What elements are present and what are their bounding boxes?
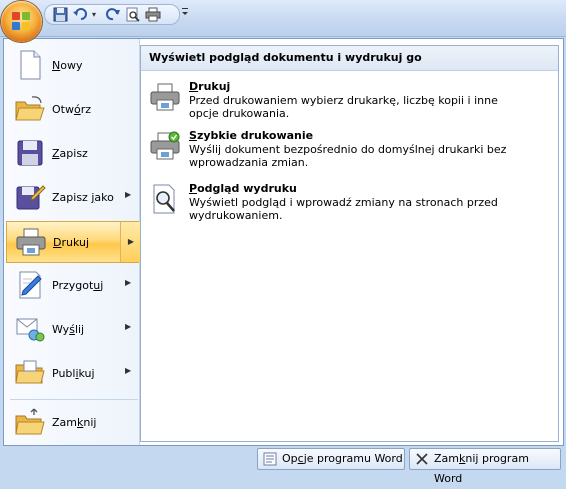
print-icon [16,228,46,256]
print-preview-icon[interactable] [125,7,141,22]
menu-item-save-as[interactable]: Zapisz jako ▶ [6,177,139,219]
menu-item-send[interactable]: Wyślij ▶ [6,309,139,351]
prepare-icon [19,271,42,299]
submenu-arrow-icon[interactable]: ▶ [120,222,141,262]
submenu-item-title: Szybkie drukowanie [189,129,314,142]
menu-item-prepare[interactable]: Przygotuj ▶ [6,265,139,307]
menu-item-label: Drukuj [53,236,90,249]
submenu-arrow-icon: ▶ [125,366,132,375]
save-icon[interactable] [53,7,69,22]
menu-separator [10,399,138,400]
save-icon [17,140,43,166]
close-icon [416,453,428,465]
undo-icon[interactable] [73,7,89,22]
submenu-item-title: Podgląd wydruku [189,182,297,195]
close-document-icon [15,408,45,435]
menu-item-label: Nowy [52,59,83,72]
quick-access-bar: ▾ [44,4,180,25]
word-options-button[interactable]: Opcje programu Word [257,448,405,470]
submenu-arrow-icon: ▶ [125,278,132,287]
menu-item-open[interactable]: Otwórz [6,89,139,131]
printer-icon [150,83,180,111]
menu-item-print[interactable]: Drukuj ▶ [6,221,141,263]
menu-item-label: Przygotuj [52,279,104,292]
open-folder-icon [15,96,45,121]
print-preview-icon [153,184,175,214]
publish-icon [15,360,45,384]
office-menu: Nowy Otwórz Zapisz Zapisz jako ▶ Drukuj … [3,38,564,446]
submenu-item-print-preview[interactable]: Podgląd wydruku Wyświetl podgląd i wprow… [147,179,547,227]
quick-print-icon[interactable] [145,7,161,22]
office-menu-commands: Nowy Otwórz Zapisz Zapisz jako ▶ Drukuj … [4,39,141,445]
submenu-item-quick-print[interactable]: Szybkie drukowanie Wyślij dokument bezpo… [147,126,547,174]
customize-quick-access-icon[interactable] [181,6,189,18]
new-document-icon [20,50,41,80]
redo-icon[interactable] [105,7,121,22]
menu-item-publish[interactable]: Publikuj ▶ [6,353,139,395]
menu-item-label: Zamknij [52,416,97,429]
menu-item-label: Zapisz jako [52,191,114,204]
submenu-item-description: Wyślij dokument bezpośrednio do domyślne… [189,143,507,169]
print-submenu: Wyświetl podgląd dokumentu i wydrukuj go… [140,45,559,442]
submenu-header: Wyświetl podgląd dokumentu i wydrukuj go [141,46,558,71]
menu-item-label: Zapisz [52,147,88,160]
submenu-item-title: Drukuj [189,80,231,93]
quick-access-toolbar: ▾ [0,0,566,42]
submenu-arrow-icon: ▶ [125,322,132,331]
office-button[interactable] [1,1,42,42]
menu-item-label: Wyślij [52,323,85,336]
submenu-item-print[interactable]: Drukuj Przed drukowaniem wybierz drukark… [147,77,547,125]
office-logo-icon [12,12,31,31]
save-as-icon [16,185,46,210]
quick-print-icon [150,131,180,160]
submenu-arrow-icon: ▶ [125,190,132,199]
menu-item-close[interactable]: Zamknij [6,402,139,444]
menu-item-label: Publikuj [52,367,95,380]
options-icon [263,452,277,466]
menu-item-new[interactable]: Nowy [6,45,139,87]
submenu-item-description: Przed drukowaniem wybierz drukarkę, licz… [189,94,498,120]
menu-item-label: Otwórz [52,103,91,116]
menu-item-save[interactable]: Zapisz [6,133,139,175]
submenu-item-description: Wyświetl podgląd i wprowadź zmiany na st… [189,196,498,222]
exit-word-button[interactable]: Zamknij program Word [409,448,561,485]
undo-dropdown-icon[interactable]: ▾ [92,10,96,19]
send-icon [16,318,45,342]
